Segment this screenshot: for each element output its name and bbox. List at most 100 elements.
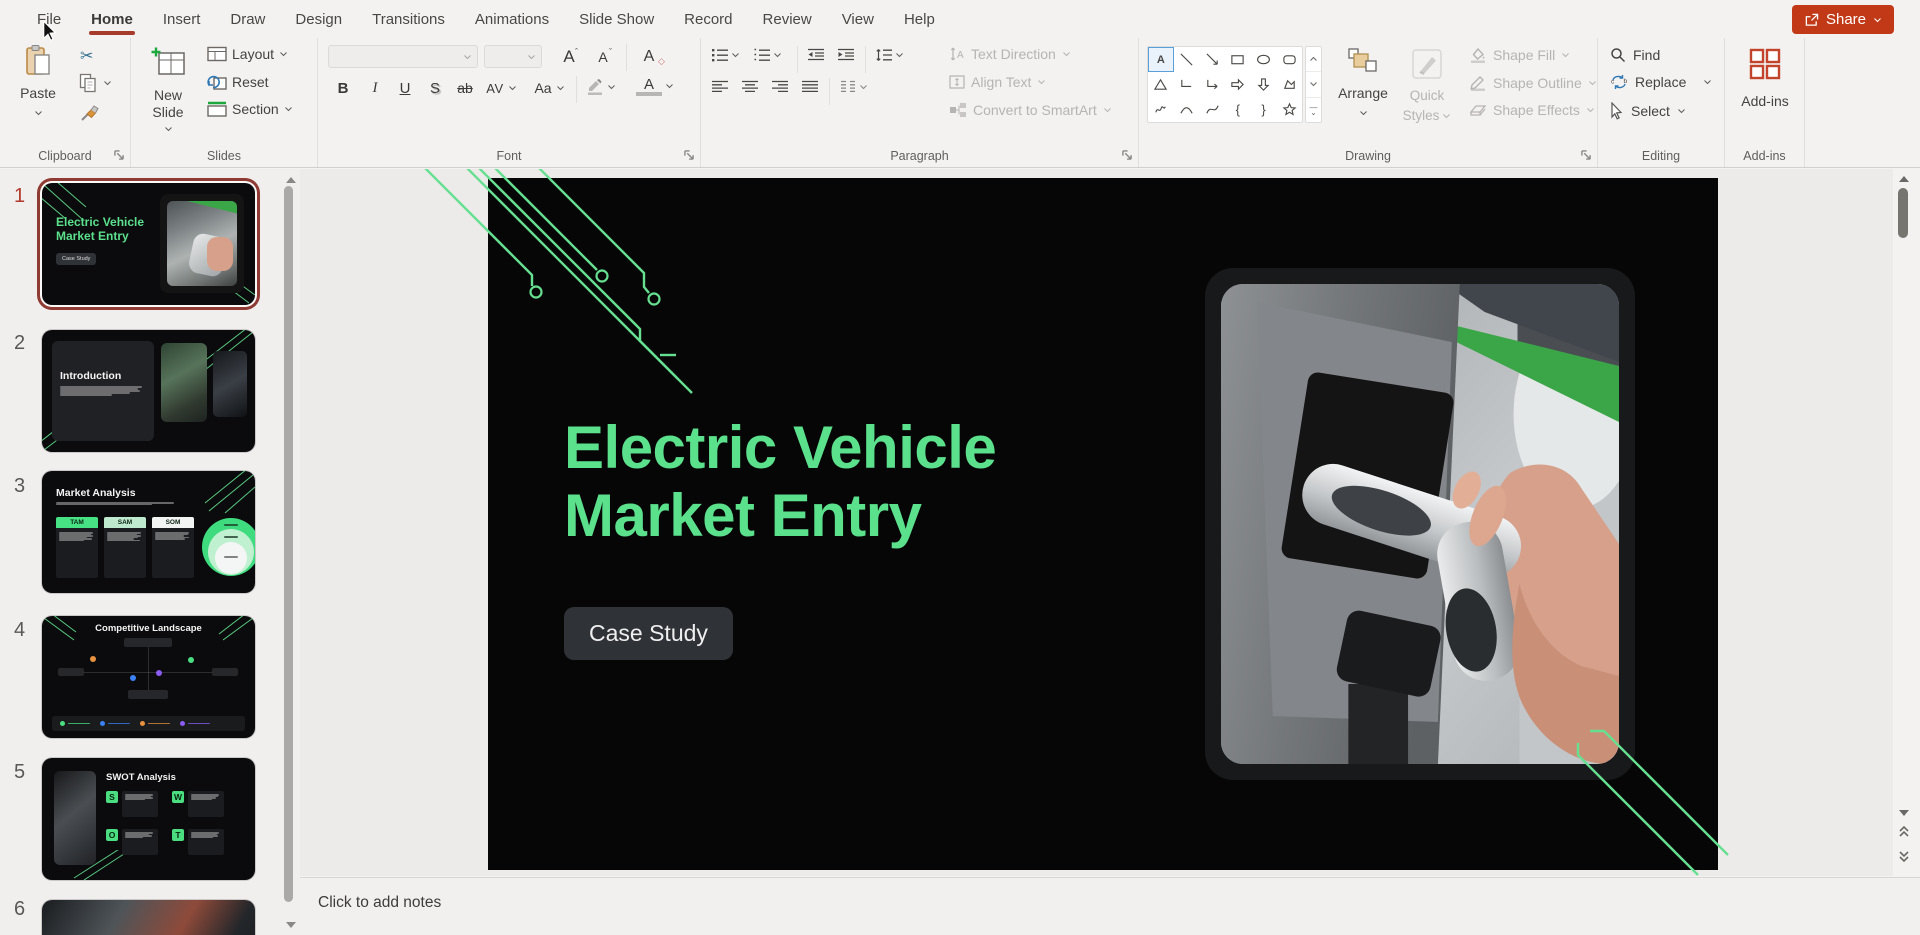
find-button[interactable]: Find (1610, 47, 1660, 63)
section-button[interactable]: Section (207, 101, 293, 117)
slide-case-study-badge[interactable]: Case Study (564, 607, 733, 660)
main-scroll-down-button[interactable] (1898, 804, 1910, 822)
thumbnail-slide-6[interactable] (42, 900, 255, 935)
shape-triangle[interactable] (1148, 72, 1174, 97)
thumbnail-slide-1[interactable]: Electric VehicleMarket Entry Case Study (42, 183, 255, 305)
reset-button[interactable]: Reset (207, 73, 269, 90)
text-direction-button[interactable]: Text Direction (949, 46, 1071, 62)
slide-photo-card[interactable] (1205, 268, 1635, 780)
align-left-button[interactable] (711, 80, 729, 94)
shape-star[interactable] (1276, 97, 1302, 122)
cut-button[interactable]: ✂ (80, 46, 93, 66)
shape-oval[interactable] (1251, 47, 1277, 72)
justify-button[interactable] (801, 80, 819, 94)
bullets-button[interactable] (711, 48, 740, 62)
shape-right-brace[interactable]: } (1251, 97, 1277, 122)
align-center-button[interactable] (741, 80, 759, 94)
clipboard-dialog-launcher[interactable] (112, 148, 126, 162)
shape-scribble[interactable] (1148, 97, 1174, 122)
shape-arc[interactable] (1174, 97, 1200, 122)
shape-fill-button[interactable]: Shape Fill (1469, 46, 1570, 63)
menu-slide-show[interactable]: Slide Show (564, 0, 669, 38)
menu-review[interactable]: Review (748, 0, 827, 38)
shape-freeform[interactable] (1276, 72, 1302, 97)
font-dialog-launcher[interactable] (682, 148, 696, 162)
menu-design[interactable]: Design (280, 0, 357, 38)
menu-insert[interactable]: Insert (148, 0, 216, 38)
decrease-indent-button[interactable] (807, 48, 825, 62)
replace-button[interactable]: Replace (1610, 74, 1712, 90)
thumb-scrollbar-thumb[interactable] (284, 186, 293, 902)
shape-block-arrow-right[interactable] (1225, 72, 1251, 97)
menu-help[interactable]: Help (889, 0, 950, 38)
next-slide-button[interactable] (1898, 850, 1910, 869)
underline-button[interactable]: U (392, 76, 418, 100)
shape-outline-button[interactable]: Shape Outline (1469, 74, 1597, 91)
thumbnail-slide-4[interactable]: Competitive Landscape (42, 616, 255, 738)
layout-button[interactable]: Layout (207, 46, 288, 62)
columns-button[interactable] (839, 80, 868, 94)
arrange-button[interactable]: Arrange (1335, 48, 1391, 116)
thumb-number-3: 3 (14, 475, 36, 498)
shape-elbow-arrow-connector[interactable] (1199, 72, 1225, 97)
shape-block-arrow-down[interactable] (1251, 72, 1277, 97)
main-scroll-up-button[interactable] (1898, 170, 1910, 188)
shape-left-brace[interactable]: { (1225, 97, 1251, 122)
convert-smartart-button[interactable]: Convert to SmartArt (949, 102, 1112, 118)
strikethrough-button[interactable]: ab (452, 76, 478, 100)
thumbnail-slide-5[interactable]: SWOT Analysis S W O T (42, 758, 255, 880)
text-shadow-button[interactable]: S (422, 76, 448, 100)
menu-home[interactable]: Home (76, 0, 148, 38)
bold-button[interactable]: B (330, 76, 356, 100)
font-name-combo[interactable] (328, 45, 478, 68)
previous-slide-button[interactable] (1898, 824, 1910, 843)
thumb-scroll-down-button[interactable] (285, 916, 297, 934)
slide-title-text[interactable]: Electric Vehicle Market Entry (564, 414, 996, 550)
gallery-more-button[interactable]: —⌄ (1306, 97, 1321, 122)
shape-textbox[interactable]: A (1148, 47, 1174, 72)
slide-editing-surface[interactable]: Electric Vehicle Market Entry Case Study (488, 178, 1718, 870)
new-slide-button[interactable]: New Slide (139, 46, 197, 132)
drawing-dialog-launcher[interactable] (1579, 148, 1593, 162)
gallery-scroll-down-button[interactable] (1306, 71, 1321, 96)
shape-arrow-line[interactable] (1199, 47, 1225, 72)
line-spacing-button[interactable] (875, 48, 904, 62)
menu-draw[interactable]: Draw (215, 0, 280, 38)
shape-rounded-rectangle[interactable] (1276, 47, 1302, 72)
thumbnail-slide-2[interactable]: Introduction (42, 330, 255, 452)
character-spacing-button[interactable]: AV (484, 76, 517, 100)
shrink-font-button[interactable]: Aˇ (590, 45, 612, 69)
italic-button[interactable]: I (362, 76, 388, 100)
grow-font-button[interactable]: Aˆ (556, 45, 578, 69)
notes-pane[interactable]: Click to add notes (300, 877, 1920, 935)
format-painter-button[interactable] (79, 102, 99, 122)
menu-record[interactable]: Record (669, 0, 747, 38)
clear-formatting-button[interactable]: A◇ (636, 45, 665, 69)
align-text-button[interactable]: Align Text (949, 74, 1046, 90)
align-right-button[interactable] (771, 80, 789, 94)
menu-animations[interactable]: Animations (460, 0, 564, 38)
change-case-button[interactable]: Aa (532, 76, 565, 100)
paste-button[interactable]: Paste (12, 44, 64, 116)
quick-styles-button[interactable]: Quick Styles (1397, 48, 1457, 123)
menu-transitions[interactable]: Transitions (357, 0, 460, 38)
text-highlight-button[interactable] (586, 78, 616, 95)
shape-curve[interactable] (1199, 97, 1225, 122)
increase-indent-button[interactable] (837, 48, 855, 62)
shape-line[interactable] (1174, 47, 1200, 72)
select-button[interactable]: Select (1610, 102, 1686, 120)
copy-button[interactable] (78, 72, 112, 94)
font-size-combo[interactable] (484, 45, 542, 68)
shape-effects-button[interactable]: Shape Effects (1469, 102, 1595, 118)
font-color-button[interactable]: A (636, 76, 674, 96)
addins-button[interactable]: Add-ins (1737, 48, 1793, 109)
share-button[interactable]: Share (1792, 5, 1894, 34)
thumbnail-slide-3[interactable]: Market Analysis TAM SAM SOM (42, 471, 255, 593)
main-scrollbar-thumb[interactable] (1898, 188, 1908, 238)
menu-view[interactable]: View (827, 0, 889, 38)
gallery-scroll-up-button[interactable] (1306, 47, 1321, 71)
shape-rectangle[interactable] (1225, 47, 1251, 72)
numbering-button[interactable] (753, 48, 782, 62)
paragraph-dialog-launcher[interactable] (1120, 148, 1134, 162)
shape-elbow-connector[interactable] (1174, 72, 1200, 97)
